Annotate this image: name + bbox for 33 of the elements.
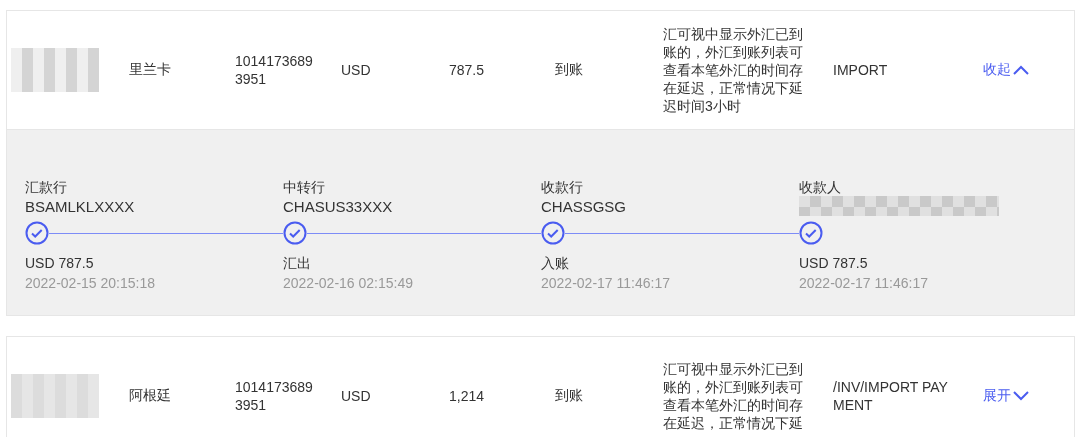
account-number: 10141736893951 (235, 52, 314, 88)
currency-text: USD (341, 62, 371, 78)
bank-code: CHASUS33XXX (283, 197, 394, 217)
note-text: 汇可视中显示外汇已到账的，外汇到账列表可查看本笔外汇的时间存在延迟，正常情况下延迟时间3小时 (663, 25, 804, 115)
step-time: 2022-02-15 20:15:18 (25, 274, 156, 293)
currency-text: USD (341, 388, 371, 404)
chevron-down-icon (1012, 390, 1030, 402)
country-text: 阿根廷 (129, 387, 171, 403)
step-label: 中转行 (283, 178, 326, 196)
step-event: 汇出 (283, 254, 312, 272)
step-label: 汇款行 (25, 178, 68, 196)
chevron-up-icon (1012, 64, 1030, 76)
step-time: 2022-02-17 11:46:17 (541, 274, 671, 293)
country-text: 里兰卡 (129, 61, 171, 77)
step-label: 收款行 (541, 178, 584, 196)
amount-text: 1,214 (449, 388, 485, 404)
account-number: 10141736893951 (235, 378, 314, 414)
status-text: 到账 (555, 387, 583, 403)
bank-code: BSAMLKLXXXX (25, 197, 136, 217)
status-text: 到账 (555, 61, 583, 77)
step-event: 入账 (541, 254, 570, 272)
expand-toggle[interactable]: 收起 (983, 61, 1030, 79)
amount-text: 787.5 (449, 62, 485, 78)
remarks-text: /INV/IMPORT PAYMENT (833, 378, 949, 414)
step-time: 2022-02-16 02:15:49 (283, 274, 414, 293)
note-text: 汇可视中显示外汇已到账的，外汇到账列表可查看本笔外汇的时间存在延迟，正常情况下延 (663, 360, 804, 432)
expand-toggle[interactable]: 展开 (983, 387, 1030, 405)
step-event: USD 787.5 (799, 254, 869, 272)
step-label: 收款人 (799, 178, 842, 196)
step-event: USD 787.5 (25, 254, 95, 272)
step-time: 2022-02-17 11:46:17 (799, 274, 929, 293)
bank-code: CHASSGSG (541, 197, 628, 217)
remarks-text: IMPORT (833, 61, 889, 79)
